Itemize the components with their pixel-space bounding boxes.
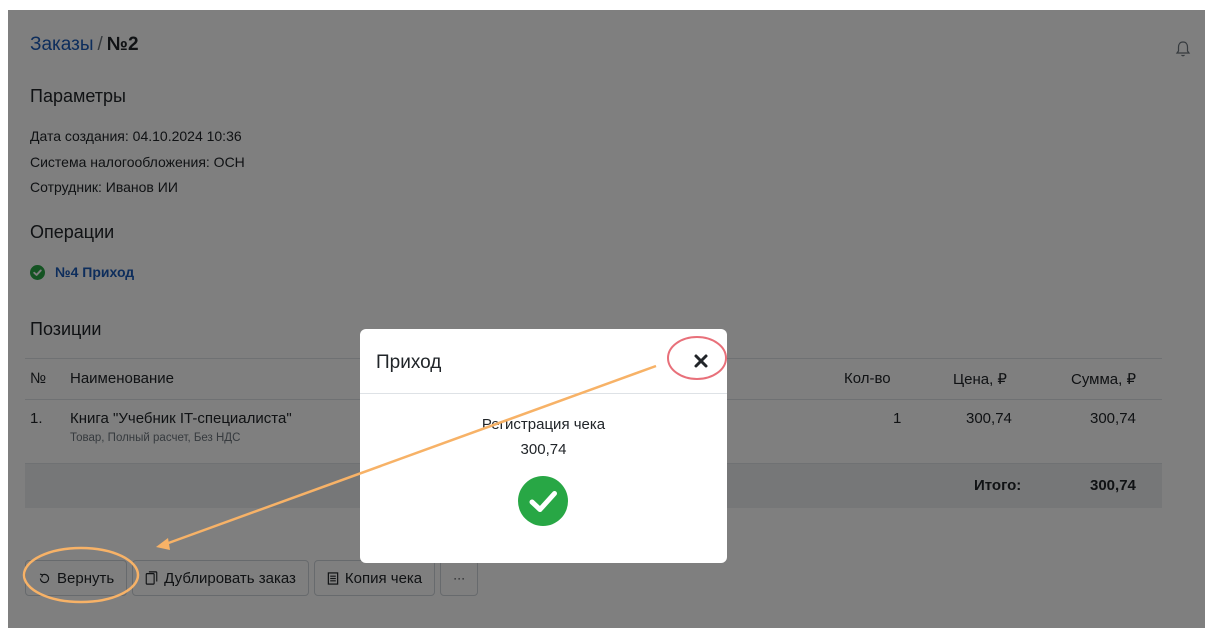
modal-title: Приход	[376, 352, 442, 373]
check-circle-icon	[518, 476, 568, 526]
modal-message: Регистрация чека	[481, 416, 606, 433]
close-icon[interactable]	[689, 349, 713, 373]
receipt-modal: Приход Регистрация чека 300,74	[360, 329, 727, 563]
modal-header: Приход	[360, 329, 727, 394]
modal-amount: 300,74	[520, 441, 567, 458]
app-frame: Заказы/№2 Параметры Дата создания: 04.10…	[8, 10, 1205, 628]
